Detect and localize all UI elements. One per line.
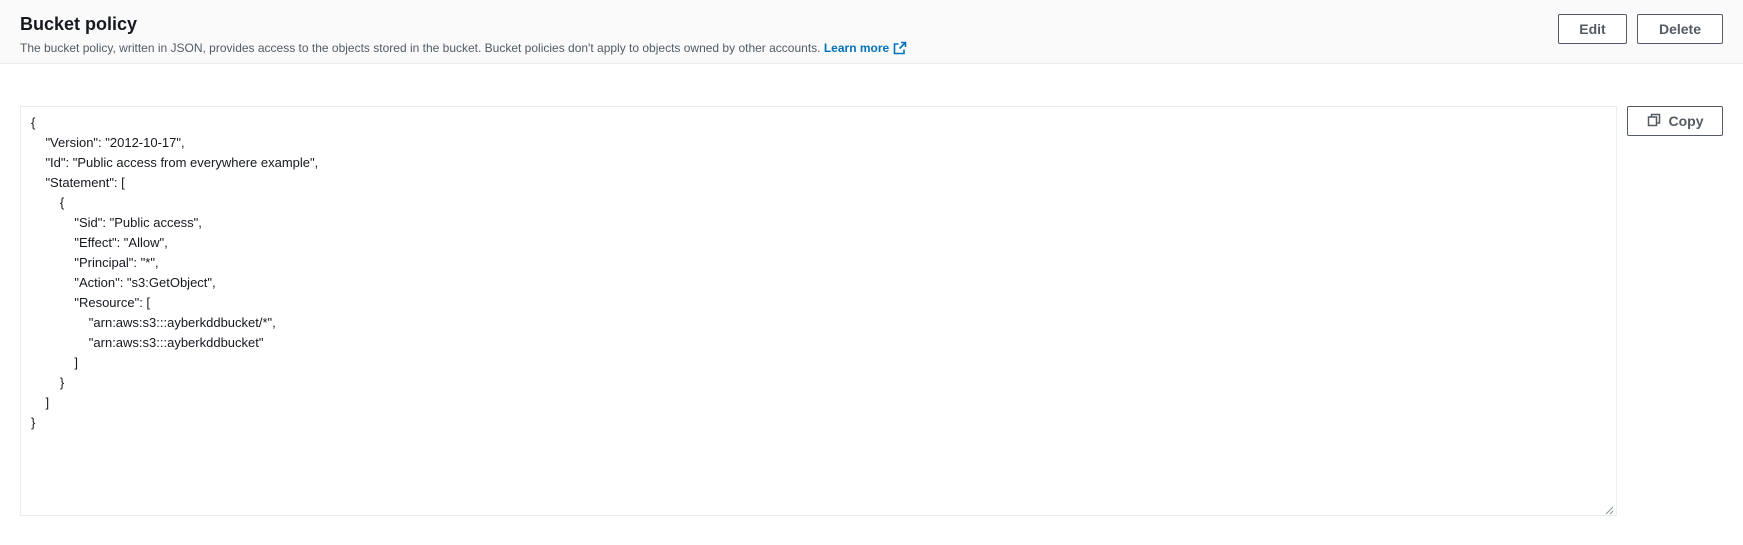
page-title: Bucket policy [20,14,138,34]
resize-handle-icon[interactable] [1604,503,1614,515]
copy-button[interactable]: Copy [1627,106,1723,136]
policy-json-viewer[interactable]: { "Version": "2012-10-17", "Id": "Public… [20,106,1617,516]
code-line: "arn:aws:s3:::ayberkddbucket" [31,335,264,350]
code-line: "Effect": "Allow", [31,235,168,250]
code-line: "Version": "2012-10-17", [31,135,185,150]
edit-button[interactable]: Edit [1558,14,1627,44]
code-line: "Sid": "Public access", [31,215,202,230]
code-line: } [31,415,36,430]
policy-json-code: { "Version": "2012-10-17", "Id": "Public… [31,113,1606,433]
code-line: } [31,375,65,390]
code-line: "Principal": "*", [31,255,159,270]
copy-icon [1647,113,1661,130]
code-line: ] [31,395,50,410]
policy-description: The bucket policy, written in JSON, prov… [20,40,907,59]
learn-more-label: Learn more [823,41,890,55]
code-line: "arn:aws:s3:::ayberkddbucket/*", [31,315,276,330]
code-line: "Resource": [ [31,295,151,310]
code-line: { [31,115,36,130]
learn-more-link[interactable]: Learn more [824,41,907,55]
bucket-policy-header: Bucket policy The bucket policy, written… [0,0,1743,64]
code-line: { [31,195,65,210]
copy-label: Copy [1668,113,1704,129]
code-line: "Statement": [ [31,175,125,190]
code-line: "Action": "s3:GetObject", [31,275,216,290]
code-line: "Id": "Public access from everywhere exa… [31,155,319,170]
code-line: ] [31,355,78,370]
description-text: The bucket policy, written in JSON, prov… [20,41,821,55]
delete-button[interactable]: Delete [1637,14,1723,44]
external-link-icon [893,41,907,59]
